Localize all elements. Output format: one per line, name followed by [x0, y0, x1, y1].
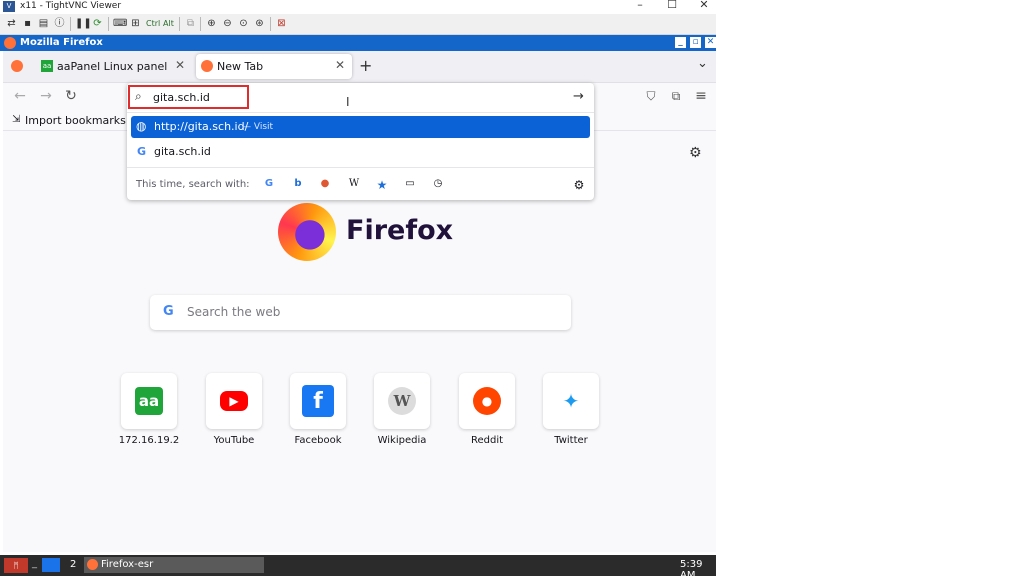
wikipedia-icon[interactable]: W	[347, 178, 361, 189]
search-settings-gear-icon[interactable]: ⚙	[572, 178, 586, 192]
aapanel-favicon-icon: aa	[41, 60, 53, 72]
firefox-view-icon[interactable]	[11, 60, 23, 72]
tab-close-icon[interactable]: ✕	[175, 58, 185, 72]
refresh-icon[interactable]: ⟳	[91, 17, 104, 30]
search-with-label: This time, search with:	[136, 179, 250, 190]
pause-icon[interactable]: ❚❚	[75, 17, 92, 30]
ff-close-button[interactable]: ✕	[705, 37, 716, 48]
top-site-label: Twitter	[554, 435, 588, 446]
ff-maximize-button[interactable]: ▫	[690, 37, 701, 48]
empty-desktop-area	[717, 0, 1024, 576]
bing-icon[interactable]: b	[291, 178, 305, 189]
start-menu-icon[interactable]: ᛗ	[4, 558, 28, 573]
globe-icon: ◍	[136, 119, 147, 133]
ctrl-alt-del-icon[interactable]: ⌨	[113, 17, 127, 30]
top-site-label: Facebook	[294, 435, 342, 446]
vnc-titlebar: V x11 - TightVNC Viewer – ☐ ✕	[0, 0, 716, 14]
zoom-fit-icon[interactable]: ⊛	[253, 17, 266, 30]
zoom-in-icon[interactable]: ⊕	[205, 17, 218, 30]
facebook-icon: f	[302, 385, 334, 417]
firefox-icon	[4, 37, 16, 49]
firefox-titlebar: Mozilla Firefox _ ▫ ✕	[0, 35, 716, 51]
search-icon: ⌕	[135, 89, 142, 103]
top-site-label: 172.16.19.2	[118, 435, 180, 446]
firefox-logo-icon	[278, 203, 336, 261]
vnc-toolbar: ⇄ ▪ ▤ ⓘ ❚❚ ⟳ ⌨ ⊞ Ctrl Alt ⧉ ⊕ ⊖ ⊙ ⊛ ⊠	[0, 14, 716, 35]
import-icon: ⇲	[12, 114, 21, 125]
suggestion-search-row[interactable]: G gita.sch.id	[131, 141, 590, 163]
transfer-icon[interactable]: ⧉	[184, 17, 197, 30]
list-all-tabs-chevron-icon[interactable]: ⌄	[697, 56, 708, 71]
twitter-icon: ✦	[557, 387, 585, 415]
options-icon[interactable]: ▤	[37, 17, 50, 30]
suggestion-visit-row[interactable]: ◍ http://gita.sch.id/ — Visit	[131, 116, 590, 138]
go-arrow-icon[interactable]: →	[573, 89, 584, 104]
vnc-app-icon: V	[3, 1, 15, 12]
youtube-icon: ▶	[220, 391, 248, 411]
firefox-window-title: Mozilla Firefox	[20, 37, 103, 48]
suggestion-action: — Visit	[242, 122, 274, 132]
fullscreen-icon[interactable]: ⊠	[275, 17, 288, 30]
reload-icon[interactable]: ↻	[63, 89, 79, 103]
taskbar: ᛗ _ 2 Firefox-esr 5:39 AM	[0, 555, 716, 581]
tab-close-icon[interactable]: ✕	[335, 58, 345, 72]
wikipedia-icon: W	[388, 387, 416, 415]
clock: 5:39 AM	[680, 559, 703, 581]
suggestion-text: gita.sch.id	[154, 145, 211, 158]
workspace-switcher-active[interactable]	[42, 558, 60, 572]
back-arrow-icon[interactable]: ←	[12, 89, 28, 103]
firefox-favicon-icon	[201, 60, 213, 72]
pocket-icon[interactable]: ⛉	[643, 89, 659, 103]
close-button[interactable]: ✕	[694, 0, 714, 11]
extensions-icon[interactable]: ⧉	[668, 89, 684, 103]
customize-gear-icon[interactable]: ⚙	[689, 145, 702, 161]
reddit-icon: ●	[473, 387, 501, 415]
vnc-window-title: x11 - TightVNC Viewer	[20, 1, 122, 11]
urlbar-input[interactable]: gita.sch.id	[153, 91, 210, 104]
tab-label: New Tab	[217, 60, 264, 73]
ff-minimize-button[interactable]: _	[675, 37, 686, 48]
suggestion-url: http://gita.sch.id/	[154, 120, 249, 133]
new-connection-icon[interactable]: ⇄	[5, 17, 18, 30]
tabs-icon[interactable]: ▭	[403, 178, 417, 189]
task-label: Firefox-esr	[101, 559, 154, 570]
import-bookmarks-button[interactable]: Import bookmarks...	[25, 114, 136, 127]
urlbar-dropdown: ⌕ gita.sch.id I → ◍ http://gita.sch.id/ …	[127, 83, 594, 200]
firefox-icon	[87, 559, 98, 570]
new-tab-plus-icon[interactable]: +	[359, 56, 372, 75]
ctrl-key-button[interactable]: Ctrl	[146, 17, 160, 30]
maximize-button[interactable]: ☐	[662, 0, 682, 11]
top-site-label: YouTube	[213, 435, 255, 446]
win-key-icon[interactable]: ⊞	[129, 17, 142, 30]
bookmarks-icon[interactable]: ★	[375, 178, 389, 192]
info-icon[interactable]: ⓘ	[53, 17, 66, 30]
google-icon: G	[163, 304, 174, 319]
zoom-out-icon[interactable]: ⊖	[221, 17, 234, 30]
forward-arrow-icon[interactable]: →	[38, 89, 54, 103]
history-icon[interactable]: ◷	[431, 178, 445, 189]
save-icon[interactable]: ▪	[21, 17, 34, 30]
tab-strip: aa aaPanel Linux panel ✕ New Tab ✕ + ⌄	[3, 51, 716, 83]
minimize-button[interactable]: –	[630, 0, 650, 11]
google-icon[interactable]: G	[262, 178, 276, 189]
app-menu-icon[interactable]: ≡	[693, 89, 709, 103]
web-search-box[interactable]: G Search the web	[150, 295, 571, 330]
show-desktop-icon[interactable]: _	[32, 558, 37, 569]
aapanel-icon: aa	[135, 387, 163, 415]
workspace-2-button[interactable]: 2	[70, 559, 76, 570]
alt-key-button[interactable]: Alt	[163, 17, 174, 30]
top-site-label: Reddit	[470, 435, 504, 446]
tab-new-tab[interactable]: New Tab ✕	[196, 54, 352, 79]
search-placeholder: Search the web	[187, 305, 281, 319]
google-icon: G	[137, 145, 147, 158]
taskbar-task-firefox[interactable]: Firefox-esr	[84, 557, 264, 573]
top-site-label: Wikipedia	[377, 435, 427, 446]
zoom-100-icon[interactable]: ⊙	[237, 17, 250, 30]
tab-label: aaPanel Linux panel	[57, 60, 168, 73]
firefox-wordmark: Firefox	[346, 215, 454, 246]
duckduckgo-icon[interactable]: ●	[318, 178, 332, 189]
text-cursor-icon: I	[346, 95, 350, 109]
tab-aapanel[interactable]: aa aaPanel Linux panel ✕	[36, 54, 192, 79]
